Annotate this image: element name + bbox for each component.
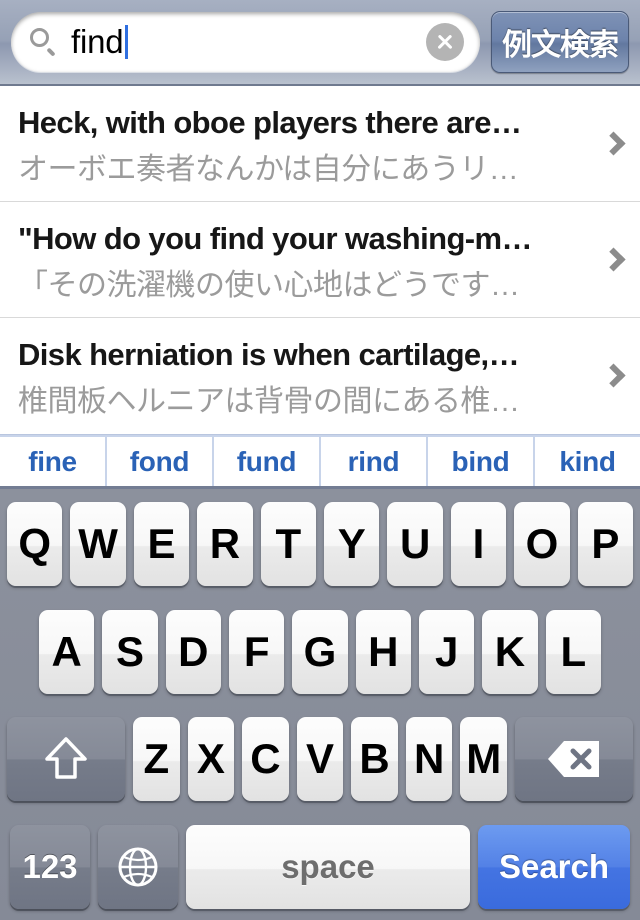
clear-icon[interactable]: [426, 23, 464, 61]
result-title: "How do you find your washing-m…: [18, 221, 532, 256]
chevron-right-icon: [601, 130, 626, 156]
key-h[interactable]: H: [355, 609, 411, 694]
key-b[interactable]: B: [351, 717, 398, 802]
keyboard-row-1: Q W E R T Y U I O P: [0, 497, 640, 591]
key-z[interactable]: Z: [132, 717, 180, 802]
delete-key[interactable]: [515, 717, 634, 802]
results-list: Heck, with oboe players there are… オーボエ奏…: [0, 86, 640, 434]
key-i[interactable]: I: [450, 502, 507, 586]
key-k[interactable]: K: [482, 609, 538, 694]
key-w[interactable]: W: [70, 502, 126, 586]
result-title: Heck, with oboe players there are…: [18, 105, 522, 140]
key-n[interactable]: N: [405, 717, 453, 802]
key-q[interactable]: Q: [6, 502, 63, 586]
shift-key[interactable]: [6, 717, 125, 802]
key-e[interactable]: E: [133, 502, 190, 586]
app-root: find 例文検索 Heck, with oboe players there …: [0, 0, 640, 920]
key-c[interactable]: C: [242, 717, 289, 802]
backspace-delete-icon: [546, 738, 602, 780]
search-icon: [29, 27, 59, 57]
suggestion-item[interactable]: fine: [0, 437, 107, 486]
result-subtitle: 「その洗濯機の使い心地はどうです…: [18, 269, 520, 302]
suggestion-item[interactable]: kind: [535, 437, 640, 486]
keyboard-row-2: A S D F G H J K L: [0, 605, 640, 699]
key-p[interactable]: P: [577, 502, 634, 586]
suggestion-item[interactable]: fund: [214, 437, 321, 486]
key-d[interactable]: D: [165, 609, 221, 694]
key-l[interactable]: L: [545, 609, 601, 694]
numbers-key[interactable]: 123: [10, 824, 90, 909]
key-s[interactable]: S: [102, 609, 158, 694]
table-row[interactable]: Heck, with oboe players there are… オーボエ奏…: [0, 86, 640, 202]
suggestion-item[interactable]: rind: [321, 437, 428, 486]
keyboard-row-3: Z X C V B N M: [0, 712, 640, 806]
key-v[interactable]: V: [296, 717, 344, 802]
search-input-value: find: [71, 23, 124, 60]
suggestion-item[interactable]: bind: [428, 437, 535, 486]
key-j[interactable]: J: [418, 609, 475, 694]
key-x[interactable]: X: [187, 717, 235, 802]
table-row[interactable]: "How do you find your washing-m… 「その洗濯機の…: [0, 202, 640, 318]
shift-arrow-icon: [44, 735, 88, 783]
search-bar: find 例文検索: [0, 0, 640, 86]
keyboard: Q W E R T Y U I O P A S D F G H J K L Z …: [0, 489, 640, 920]
key-u[interactable]: U: [387, 502, 443, 586]
chevron-right-icon: [601, 363, 626, 388]
key-m[interactable]: M: [460, 717, 508, 802]
example-search-button[interactable]: 例文検索: [491, 11, 629, 73]
key-a[interactable]: A: [39, 609, 95, 694]
key-o[interactable]: O: [514, 502, 570, 586]
result-subtitle: 椎間板ヘルニアは背骨の間にある椎…: [18, 385, 520, 418]
key-y[interactable]: Y: [324, 502, 380, 586]
suggestion-item[interactable]: fond: [107, 437, 214, 486]
search-input[interactable]: find: [11, 12, 480, 72]
globe-language-icon: [114, 843, 162, 891]
suggestion-bar: fine fond fund rind bind kind: [0, 434, 640, 489]
key-r[interactable]: R: [197, 502, 253, 586]
key-g[interactable]: G: [292, 609, 348, 694]
key-f[interactable]: F: [229, 609, 285, 694]
result-title: Disk herniation is when cartilage,…: [18, 337, 520, 372]
table-row[interactable]: Disk herniation is when cartilage,… 椎間板ヘ…: [0, 318, 640, 434]
keyboard-row-4: 123 space Search: [0, 820, 640, 914]
search-key[interactable]: Search: [478, 824, 630, 909]
result-subtitle: オーボエ奏者なんかは自分にあうリ…: [18, 153, 519, 186]
language-key[interactable]: [98, 824, 178, 909]
space-key[interactable]: space: [186, 824, 470, 909]
key-t[interactable]: T: [260, 502, 316, 586]
chevron-right-icon: [601, 246, 626, 272]
text-cursor: [125, 25, 129, 59]
